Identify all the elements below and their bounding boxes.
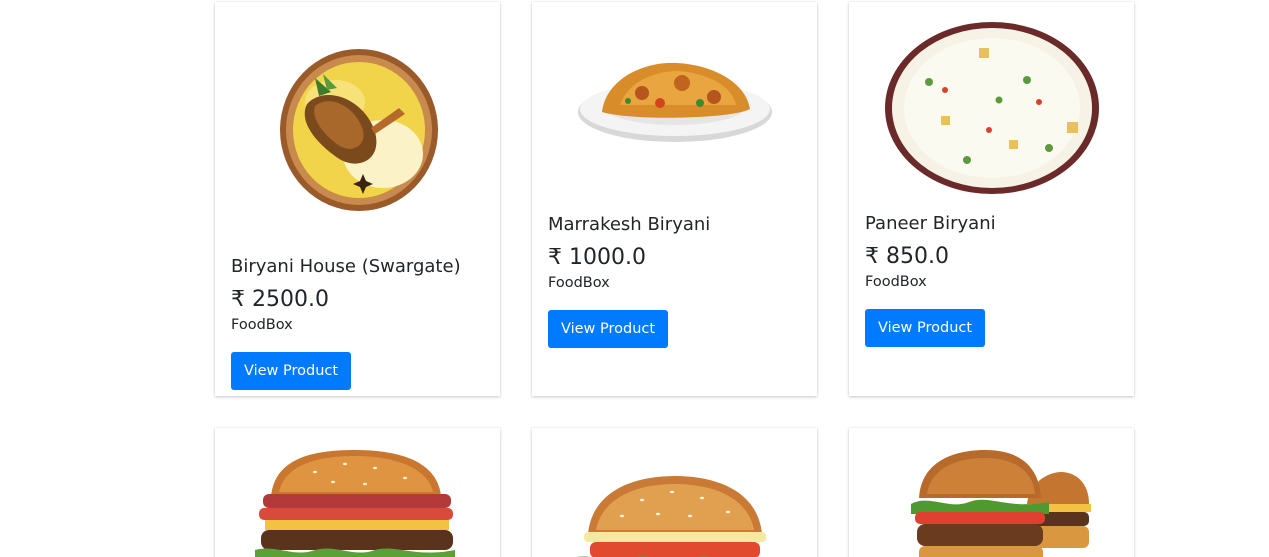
view-product-button[interactable]: View Product (548, 310, 669, 348)
product-name: Paneer Biryani (865, 213, 996, 234)
product-card (849, 428, 1134, 557)
product-card (532, 428, 817, 557)
product-price: ₹ 2500.0 (231, 287, 329, 312)
product-image-sesame-burger (532, 474, 817, 557)
product-card: Biryani House (Swargate) ₹ 2500.0 FoodBo… (215, 2, 500, 396)
product-brand: FoodBox (865, 274, 927, 290)
product-price: ₹ 850.0 (865, 244, 949, 269)
product-grid: Biryani House (Swargate) ₹ 2500.0 FoodBo… (0, 0, 1269, 557)
view-product-button[interactable]: View Product (231, 352, 352, 390)
product-image-bacon-burger (215, 448, 500, 557)
product-brand: FoodBox (231, 317, 293, 333)
product-image-double-burger (849, 448, 1134, 557)
product-image-paneer-plate (849, 20, 1134, 196)
product-name: Biryani House (Swargate) (231, 256, 461, 277)
product-image-biryani-bowl (215, 44, 500, 214)
product-card: Marrakesh Biryani ₹ 1000.0 FoodBox View … (532, 2, 817, 396)
product-card (215, 428, 500, 557)
product-card: Paneer Biryani ₹ 850.0 FoodBox View Prod… (849, 2, 1134, 396)
product-price: ₹ 1000.0 (548, 245, 646, 270)
product-brand: FoodBox (548, 275, 610, 291)
view-product-button[interactable]: View Product (865, 309, 986, 347)
product-image-biryani-plate (532, 57, 817, 152)
product-name: Marrakesh Biryani (548, 214, 711, 235)
